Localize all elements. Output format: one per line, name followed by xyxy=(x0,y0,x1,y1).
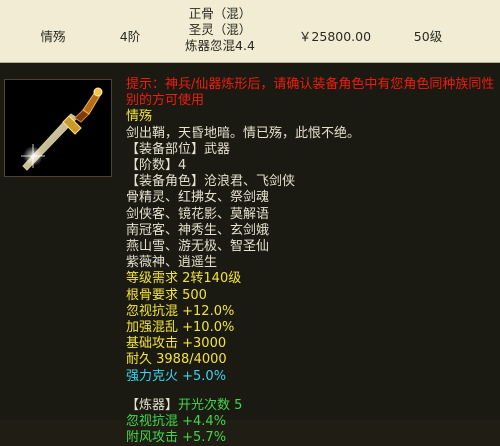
restrain-line: 强力克火 +5.0% xyxy=(126,368,227,384)
attribute-line: 圣灵（混） xyxy=(188,22,252,37)
item-attributes-cell: 正骨（混） 圣灵（混） 炼器忽混4.4 xyxy=(165,6,275,54)
item-tier-value: 4 xyxy=(178,158,187,174)
refine-header: 【炼器】开光次数 5 xyxy=(126,398,496,414)
warning-text: 提示：神兵/仙器炼形后，请确认装备角色中有您角色同种族同性别的方可使用 xyxy=(126,77,495,109)
equip-roles-line: 骨精灵、红拂女、祭剑魂 xyxy=(126,190,270,206)
refine-stat-line: 忽视抗混 +4.4% xyxy=(126,414,227,430)
refine-slots: 开光次数 5 xyxy=(178,397,243,413)
refine-stat-line: 附风攻击 +5.7% xyxy=(126,430,227,446)
durability-line: 耐久 3988/4000 xyxy=(126,352,227,368)
equip-slot-value: 武器 xyxy=(204,141,231,157)
bone-requirement: 根骨要求 500 xyxy=(126,287,207,303)
item-tier-cell: 4阶 xyxy=(119,29,141,44)
item-name-cell: 情殇 xyxy=(40,29,66,44)
equip-roles-line: 剑侠客、镜花影、莫解语 xyxy=(126,206,270,222)
stat-line: 加强混乱 +10.0% xyxy=(126,320,235,336)
level-requirement: 等级需求 2转140级 xyxy=(126,271,242,287)
stat-line: 忽视抗混 +12.0% xyxy=(126,303,235,319)
stat-line: 基础攻击 +3000 xyxy=(126,336,227,352)
tooltip-item-name: 情殇 xyxy=(126,109,153,125)
equip-roles-line: 南冠客、神秀生、玄剑娥 xyxy=(126,222,270,238)
item-tier: 【阶数】4 xyxy=(126,158,496,174)
refine-label: 【炼器】 xyxy=(126,397,179,413)
item-listing-row[interactable]: 情殇 4阶 正骨（混） 圣灵（混） 炼器忽混4.4 ￥25800.00 50级 xyxy=(0,0,500,63)
attribute-line: 正骨（混） xyxy=(188,6,252,21)
equip-slot: 【装备部位】武器 xyxy=(126,142,496,158)
item-tooltip-panel: 提示：神兵/仙器炼形后，请确认装备角色中有您角色同种族同性别的方可使用 情殇 剑… xyxy=(0,63,500,445)
equip-roles-label: 【装备角色】 xyxy=(126,174,205,190)
item-description: 剑出鞘，天昏地暗。情已殇，此恨不绝。 xyxy=(126,125,361,141)
tooltip-text: 提示：神兵/仙器炼形后，请确认装备角色中有您角色同种族同性别的方可使用 情殇 剑… xyxy=(126,77,496,446)
equip-roles-line: 紫薇神、逍遥生 xyxy=(126,255,218,271)
item-tier-label: 【阶数】 xyxy=(126,158,179,174)
equip-roles: 【装备角色】沧浪君、飞剑侠 xyxy=(126,174,496,190)
equip-roles-line: 燕山雪、游无极、智圣仙 xyxy=(126,239,270,255)
item-grade-cell: 50级 xyxy=(413,29,443,44)
attribute-line: 炼器忽混4.4 xyxy=(185,38,255,53)
equip-slot-label: 【装备部位】 xyxy=(126,141,205,157)
item-price-cell: ￥25800.00 xyxy=(298,29,372,44)
sword-icon xyxy=(4,79,112,177)
equip-roles-line: 沧浪君、飞剑侠 xyxy=(204,174,296,190)
